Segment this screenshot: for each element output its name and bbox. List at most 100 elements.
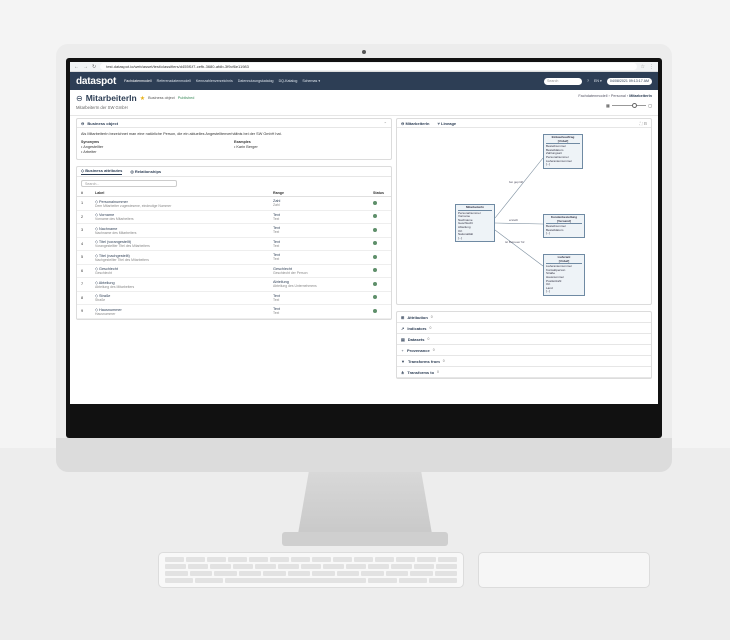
row-range-cell[interactable]: Abteilung Abteilung des Unternehmens [269,277,369,292]
table-row[interactable]: 8 ◇ Straße Straße Text Text [77,291,391,305]
row-num: 9 [77,304,91,319]
row-label-cell[interactable]: ◇ Geschlecht Geschlecht [91,264,269,278]
row-status-cell [369,223,391,238]
tab-relationships[interactable]: ◎ Relationships [130,169,161,174]
row-label-cell[interactable]: ◇ Nachname Nachname des Mitarbeiters [91,223,269,238]
row-label-cell[interactable]: ◇ Vorname Vorname des Mitarbeiters [91,210,269,224]
left-column: ⊖ Business object ⌃ Als MitarbeiterIn be… [76,118,392,404]
node-field: [...] [458,235,463,240]
row-status-cell [369,237,391,251]
tab-object[interactable]: ⊖ MitarbeiterIn [401,121,429,126]
nav-schemas[interactable]: Schemas ▾ [302,79,320,83]
help-icon[interactable]: ? [587,79,589,83]
attribution-icon: ⊞ [401,314,405,320]
panel-indicators[interactable]: ↗ Indicators 0 [397,323,651,334]
table-row[interactable]: 3 ◇ Nachname Nachname des Mitarbeiters Text… [77,223,391,238]
breadcrumb-item[interactable]: MitarbeiterIn [629,94,652,98]
table-row[interactable]: 6 ◇ Geschlecht Geschlecht Geschlecht Geschle… [77,264,391,278]
slider-knob[interactable] [632,103,638,108]
nav-dq-katalog[interactable]: DQ-Katalog [279,79,298,83]
breadcrumb-item[interactable]: Personal [611,94,626,98]
business-object-icon: ⊖ [81,120,85,126]
browser-menu-icon[interactable]: ⋮ [649,64,654,70]
panel-datasets[interactable]: ▤ Datasets 0 [397,334,651,345]
row-range-cell[interactable]: Geschlecht Geschlecht der Person [269,264,369,278]
row-label-cell[interactable]: ◇ Abteilung Abteilung des Mitarbeiters [91,277,269,292]
business-object-card: ⊖ Business object ⌃ Als MitarbeiterIn be… [76,118,392,160]
row-label-cell[interactable]: ◇ Straße Straße [91,291,269,305]
panel-attribution[interactable]: ⊞ Attribution 0 [397,312,651,323]
breadcrumb-item[interactable]: Fachdatenmodell [578,94,607,98]
row-range-cell[interactable]: Zahl Zahl [269,196,369,211]
status-dot-icon [373,241,377,246]
nav-kennzahlenverzeichnis[interactable]: Kennzahlenverzeichnis [196,79,233,83]
list-item: • Arbeiter [81,150,97,154]
table-row[interactable]: 5 ◇ Titel (nachgestellt) Nachgestellter Ti… [77,250,391,265]
collapse-icon[interactable]: ⌃ [384,121,387,126]
forward-icon[interactable]: → [83,64,88,70]
table-row[interactable]: 1 ◇ Personalnummer Dem Mitarbeiter zugewie… [77,196,391,211]
row-num: 4 [77,237,91,251]
row-range-cell[interactable]: Text Text [269,223,369,238]
row-range-cell[interactable]: Text Text [269,237,369,251]
node-mitarbeiterin[interactable]: MitarbeiterIn Personalnummer Vorname Nachn… [455,204,495,243]
nav-datennutzungskatalog[interactable]: Datennutzungskatalog [238,79,274,83]
row-range-cell[interactable]: Text Text [269,304,369,319]
nav-referenzdatenmodell[interactable]: Referenzdatenmodell [157,79,191,83]
row-status-cell [369,277,391,292]
row-label-cell[interactable]: ◇ Titel (nachgestellt) Nachgestellter Tit… [91,250,269,265]
fullscreen-icon[interactable]: ⛶ ⊟ [640,121,647,126]
status-dot-icon [373,268,377,273]
edge-label: erstellt [509,218,518,222]
status-dot-icon [373,227,377,232]
panel-transforms-to[interactable]: ⋔ Transforms to 0 [397,367,651,378]
status-dot-icon [373,200,377,205]
address-bar[interactable]: test.dataspot.io/web/asset/test/classifi… [100,63,637,70]
row-label-cell[interactable]: ◇ Titel (vorangestellt) Vorangestellter T… [91,237,269,251]
favorite-star-icon[interactable]: ★ [140,95,145,102]
bookmark-star-icon[interactable]: ☆ [641,64,645,70]
row-range-cell[interactable]: Text Text [269,291,369,305]
zoom-slider[interactable]: ▦ ▢ [606,103,652,108]
row-status-cell [369,264,391,278]
reload-icon[interactable]: ↻ [92,64,96,70]
breadcrumb: Fachdatenmodell › Personal › Mitarbeiter… [578,94,652,98]
attribute-filter-input[interactable]: Search... [81,180,177,187]
node-field: [...] [546,289,551,294]
node-field: [...] [546,162,551,167]
row-num: 3 [77,223,91,238]
row-num: 6 [77,264,91,278]
node-einkaufsauftrag[interactable]: Einkaufsauftrag [Unbef] Bestellnummer Best… [543,134,583,169]
node-lieferant[interactable]: Lieferant [Unbef] Lieferantennummer Kontak… [543,254,585,296]
nav-fachdatenmodell[interactable]: Fachdatenmodell [124,79,152,83]
row-range-cell[interactable]: Text Text [269,250,369,265]
table-row[interactable]: 7 ◇ Abteilung Abteilung des Mitarbeiters Ab… [77,277,391,292]
card-heading: Business object [87,120,119,126]
transform-to-icon: ⋔ [401,369,405,375]
panel-provenance[interactable]: ♆ Provenance 0 [397,345,651,356]
tab-lineage[interactable]: ⑂ Lineage [437,121,456,126]
table-row[interactable]: 2 ◇ Vorname Vorname des Mitarbeiters Text Te… [77,210,391,224]
language-select[interactable]: EN ▾ [594,79,602,83]
lineage-card: ⊖ MitarbeiterIn ⑂ Lineage ⛶ ⊟ Mitarbeite… [396,118,652,305]
table-row[interactable]: 9 ◇ Hausnummer Hausnummer Text Text [77,304,391,319]
datetime-badge[interactable]: 04/08/2021 09:13:17 AM [606,77,652,85]
keyboard [158,552,464,588]
global-search-input[interactable]: Search [544,77,583,85]
expand-icon: ▢ [648,103,652,108]
back-icon[interactable]: ← [74,64,79,70]
row-status-cell [369,196,391,211]
row-num: 7 [77,277,91,292]
row-num: 5 [77,250,91,265]
table-row[interactable]: 4 ◇ Titel (vorangestellt) Vorangestellter … [77,237,391,251]
row-label-cell[interactable]: ◇ Personalnummer Dem Mitarbeiter zugewies… [91,196,269,211]
node-kundenbestellung[interactable]: Kundenbestellung [Versand] Bestellnummer B… [543,214,585,238]
type-label: Business object [148,96,175,100]
monitor-chin [56,438,672,472]
row-range-cell[interactable]: Text Text [269,210,369,224]
page-header: ⊖ MitarbeiterIn ★ Business object Publis… [70,90,658,116]
panel-transforms-from[interactable]: ▼ Transforms from 0 [397,356,651,367]
description: Als MitarbeiterIn bezeichnet man eine na… [81,132,282,136]
row-label-cell[interactable]: ◇ Hausnummer Hausnummer [91,304,269,319]
tab-business-attributes[interactable]: ◇ Business attributes [81,168,123,175]
